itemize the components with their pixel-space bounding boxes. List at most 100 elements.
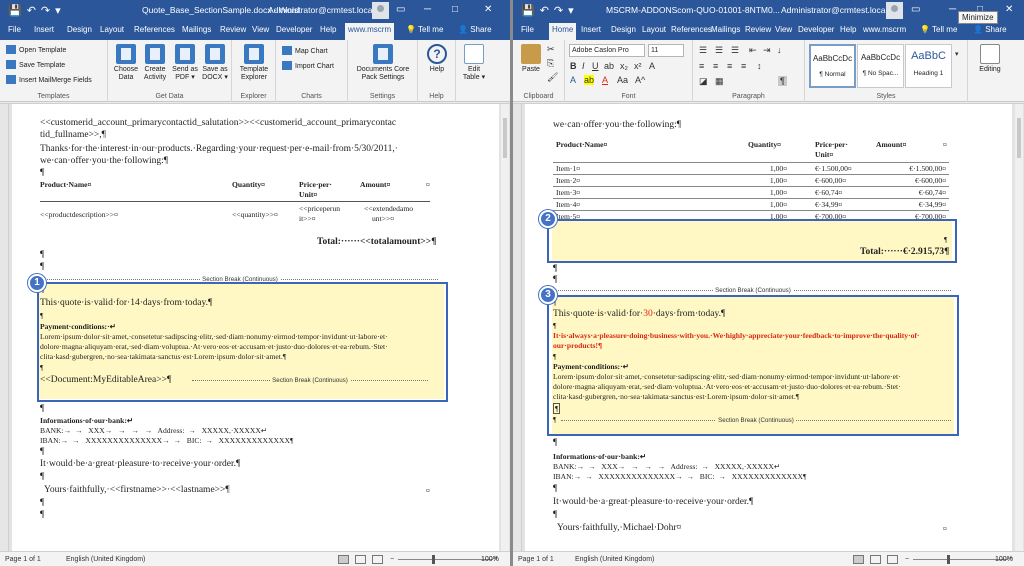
open-template-button[interactable]: Open Template <box>6 45 66 54</box>
copy-icon[interactable]: ⎘ <box>547 58 554 69</box>
map-chart-button[interactable]: Map Chart <box>282 46 328 55</box>
tell-me-box[interactable]: 💡 Tell me <box>920 25 957 34</box>
print-layout-icon[interactable] <box>355 555 366 564</box>
style-heading-1[interactable]: AaBbC Heading 1 <box>905 44 952 88</box>
documents-core-pack-settings-button[interactable]: Documents Core Pack Settings <box>353 44 413 82</box>
quick-access-toolbar[interactable]: 💾↶↷▾ <box>8 4 66 17</box>
vertical-scrollbar[interactable] <box>501 104 509 551</box>
tab-review[interactable]: Review <box>220 25 246 34</box>
page-count[interactable]: Page 1 of 1 <box>5 556 41 563</box>
tab-help[interactable]: Help <box>840 25 856 34</box>
tab-file[interactable]: File <box>521 25 534 34</box>
align-center-icon[interactable]: ≡ <box>713 61 718 71</box>
tab-insert[interactable]: Insert <box>34 25 54 34</box>
save-template-button[interactable]: Save Template <box>6 60 65 69</box>
zoom-slider-thumb[interactable] <box>432 555 435 564</box>
align-right-icon[interactable]: ≡ <box>727 61 732 71</box>
subscript-button[interactable]: x₂ <box>620 61 628 71</box>
web-layout-icon[interactable] <box>887 555 898 564</box>
minimize-button[interactable]: ─ <box>949 4 956 15</box>
maximize-button[interactable]: □ <box>452 4 458 15</box>
help-button[interactable]: ? Help <box>422 44 452 74</box>
strikethrough-button[interactable]: ab <box>604 61 614 71</box>
justify-icon[interactable]: ≡ <box>741 61 746 71</box>
underline-button[interactable]: U <box>592 61 599 71</box>
tab-mailings[interactable]: Mailings <box>711 25 740 34</box>
save-as-docx-button[interactable]: Save as DOCX ▾ <box>200 44 230 82</box>
highlight-color-icon[interactable]: ab <box>584 75 595 85</box>
create-activity-button[interactable]: Create Activity <box>140 44 170 82</box>
paste-button[interactable]: Paste <box>519 44 543 74</box>
italic-button[interactable]: I <box>582 61 585 71</box>
zoom-level[interactable]: 100% <box>481 556 499 563</box>
read-mode-icon[interactable] <box>853 555 864 564</box>
ribbon-display-options-icon[interactable]: ▭ <box>396 4 405 15</box>
increase-indent-icon[interactable]: ⇥ <box>763 45 771 56</box>
bullets-icon[interactable]: ☰ <box>699 45 707 56</box>
style-normal[interactable]: AaBbCcDc ¶ Normal <box>809 44 856 88</box>
clear-format-icon[interactable]: A <box>649 61 655 71</box>
grow-font-icon[interactable]: A^ <box>635 75 645 85</box>
zoom-out-button[interactable]: − <box>905 556 909 563</box>
editing-button[interactable]: Editing <box>974 44 1006 74</box>
tab-references[interactable]: References <box>134 25 175 34</box>
edit-table-button[interactable]: Edit Table ▾ <box>459 44 489 82</box>
tab-file[interactable]: File <box>8 25 21 34</box>
tab-design[interactable]: Design <box>611 25 636 34</box>
zoom-slider-thumb[interactable] <box>947 555 950 564</box>
document-page[interactable]: we·can·offer·you·the·following:¶ Product… <box>525 104 1012 551</box>
tab-help[interactable]: Help <box>320 25 336 34</box>
tab-view[interactable]: View <box>252 25 269 34</box>
font-color-icon[interactable]: A <box>602 75 608 85</box>
align-left-icon[interactable]: ≡ <box>699 61 704 71</box>
tab-layout[interactable]: Layout <box>100 25 124 34</box>
document-page[interactable]: <<customerid_account_primarycontactid_sa… <box>12 104 499 551</box>
vertical-scrollbar[interactable] <box>1015 104 1023 551</box>
styles-more-icon[interactable]: ▾ <box>955 50 959 58</box>
insert-mailmerge-button[interactable]: Insert MailMerge Fields <box>6 75 92 84</box>
multilevel-list-icon[interactable]: ☰ <box>731 45 739 56</box>
change-case-icon[interactable]: Aa <box>617 75 628 85</box>
zoom-out-button[interactable]: − <box>390 556 394 563</box>
tab-design[interactable]: Design <box>67 25 92 34</box>
user-avatar[interactable] <box>372 2 389 19</box>
language-indicator[interactable]: English (United Kingdom) <box>66 556 145 563</box>
cut-icon[interactable]: ✂ <box>547 44 555 55</box>
bold-button[interactable]: B <box>570 61 577 71</box>
tab-insert[interactable]: Insert <box>581 25 601 34</box>
shading-icon[interactable]: ◪ <box>699 76 708 87</box>
numbering-icon[interactable]: ☰ <box>715 45 723 56</box>
choose-data-button[interactable]: Choose Data <box>112 44 140 82</box>
minimize-button[interactable]: ─ <box>424 4 431 15</box>
font-size-combo[interactable]: 11 <box>648 44 684 57</box>
tell-me-box[interactable]: 💡 Tell me <box>406 25 443 34</box>
page-count[interactable]: Page 1 of 1 <box>518 556 554 563</box>
tab-layout[interactable]: Layout <box>642 25 666 34</box>
text-effects-icon[interactable]: A <box>570 75 576 85</box>
tab-review[interactable]: Review <box>745 25 771 34</box>
web-layout-icon[interactable] <box>372 555 383 564</box>
line-spacing-icon[interactable]: ↕ <box>757 61 762 71</box>
tab-mscrm[interactable]: www.mscrm <box>863 25 906 34</box>
read-mode-icon[interactable] <box>338 555 349 564</box>
share-button[interactable]: 👤 Share <box>973 25 1007 34</box>
tab-mscrm[interactable]: www.mscrm <box>345 23 395 40</box>
close-button[interactable]: ✕ <box>484 4 492 15</box>
zoom-slider[interactable] <box>398 559 493 560</box>
ribbon-display-options-icon[interactable]: ▭ <box>911 4 920 15</box>
sort-icon[interactable]: ↓ <box>777 45 782 55</box>
superscript-button[interactable]: x² <box>634 61 642 71</box>
tab-home[interactable]: Home <box>549 23 577 40</box>
zoom-level[interactable]: 100% <box>995 556 1013 563</box>
share-button[interactable]: 👤 Share <box>458 25 492 34</box>
borders-icon[interactable]: ▦ <box>715 76 724 87</box>
import-chart-button[interactable]: Import Chart <box>282 61 334 70</box>
tab-references[interactable]: References <box>671 25 712 34</box>
template-explorer-button[interactable]: Template Explorer <box>236 44 272 82</box>
font-name-combo[interactable]: Adobe Caslon Pro <box>569 44 645 57</box>
tab-developer[interactable]: Developer <box>276 25 312 34</box>
style-no-spacing[interactable]: AaBbCcDc ¶ No Spac... <box>857 44 904 88</box>
show-hide-formatting-button[interactable]: ¶ <box>778 76 787 86</box>
tab-mailings[interactable]: Mailings <box>182 25 211 34</box>
tab-developer[interactable]: Developer <box>798 25 834 34</box>
